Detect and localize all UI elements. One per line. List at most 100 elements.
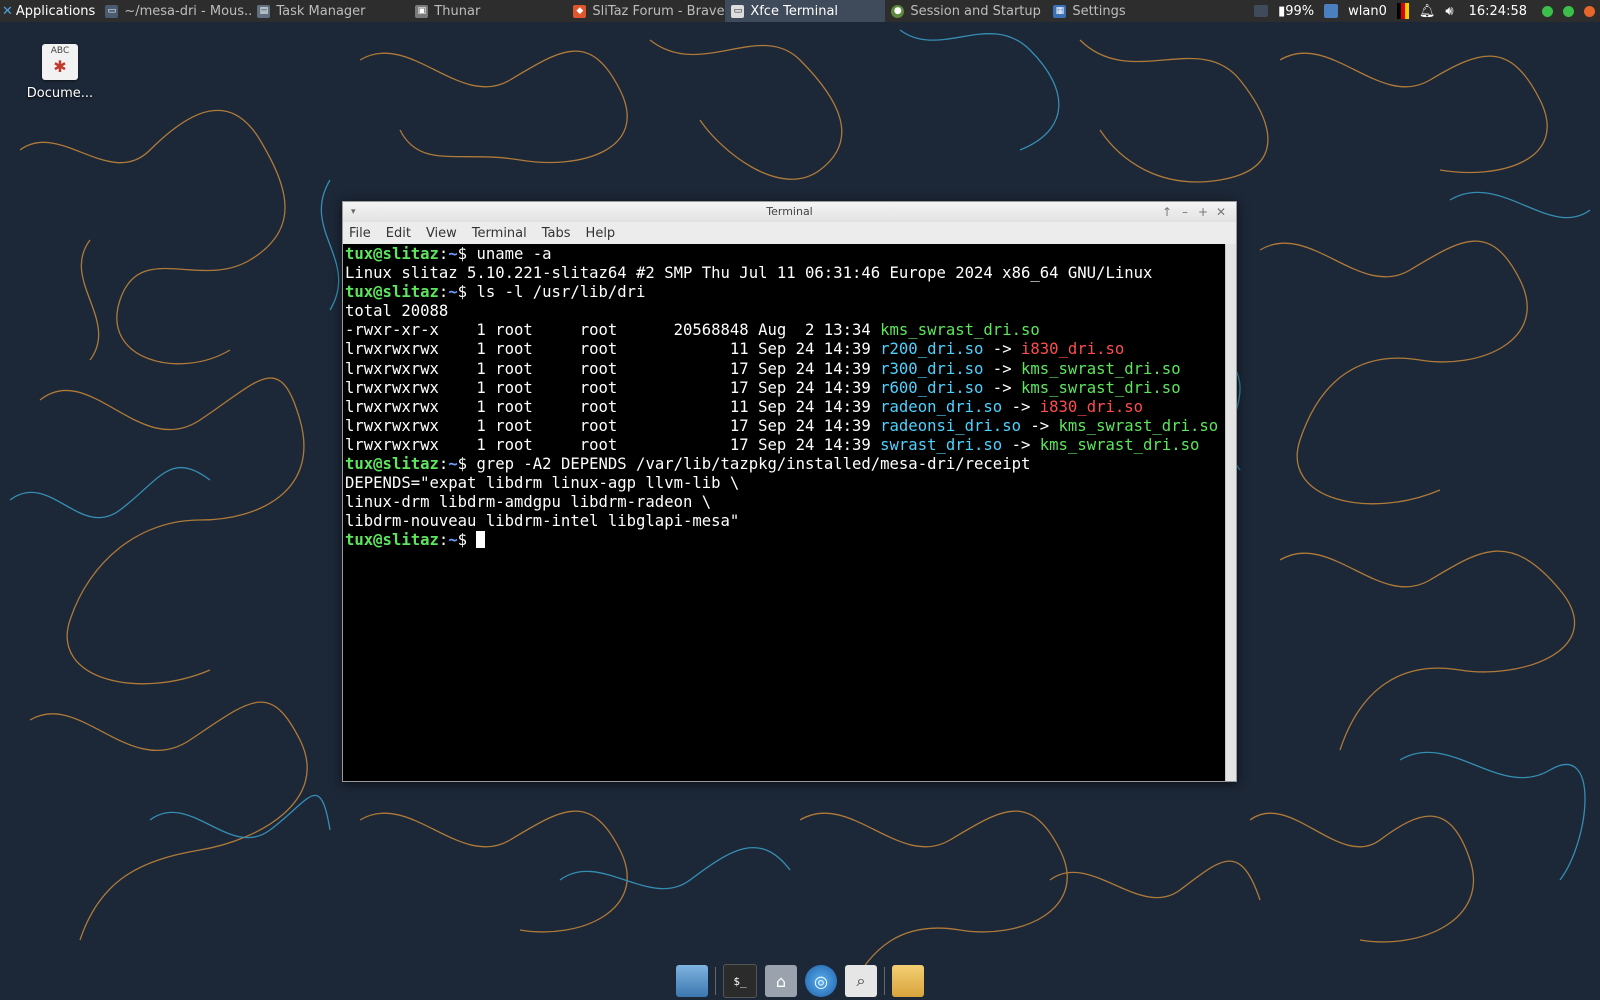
ls-metadata: lrwxrwxrwx 1 root root 17 Sep 24 14:39 — [345, 435, 881, 454]
prompt-colon: : — [438, 283, 449, 302]
file-name: r600_dri.so — [880, 378, 984, 397]
task-label: ~/mesa-dri - Mous... — [124, 3, 252, 19]
clock[interactable]: 16:24:58 — [1469, 4, 1527, 19]
terminal-line: lrwxrwxrwx 1 root root 11 Sep 24 14:39 r… — [345, 340, 1225, 359]
terminal-window: ▾ Terminal ↑ – + ✕ File Edit View Termin… — [342, 201, 1237, 782]
menu-terminal[interactable]: Terminal — [472, 226, 527, 241]
document-icon: ABC ✱ — [42, 44, 78, 80]
volume-icon[interactable]: 🔊︎ — [1445, 4, 1453, 19]
output-text: Linux slitaz 5.10.221-slitaz64 #2 SMP Th… — [345, 264, 1153, 283]
window-menu-icon[interactable]: ▾ — [351, 202, 356, 222]
session-icon: ● — [891, 4, 905, 18]
symlink-arrow: -> — [1002, 397, 1040, 416]
notification-bell-icon[interactable]: 🔔︎ — [1419, 4, 1436, 19]
output-text: libdrm-nouveau libdrm-intel libglapi-mes… — [345, 512, 740, 531]
battery-level: 99% — [1285, 3, 1315, 19]
menu-edit[interactable]: Edit — [386, 226, 411, 241]
updates-icon[interactable] — [1542, 5, 1553, 17]
logout-icon[interactable] — [1584, 5, 1595, 17]
prompt-colon: : — [438, 245, 449, 263]
prompt-user-host: tux@slitaz — [345, 531, 439, 550]
terminal-icon[interactable]: $_ — [723, 964, 757, 998]
task-label: Xfce Terminal — [750, 3, 839, 19]
terminal-line: tux@slitaz:~$ grep -A2 DEPENDS /var/lib/… — [345, 455, 1225, 474]
file-manager-icon[interactable] — [892, 965, 924, 997]
prompt-dir: ~ — [448, 245, 458, 263]
terminal-output[interactable]: tux@slitaz:~$ uname -a Linux slitaz 5.10.… — [343, 244, 1225, 781]
output-text: total 20088 — [345, 302, 449, 321]
prompt-user-host: tux@slitaz — [345, 245, 439, 263]
close-icon[interactable]: ✕ — [1212, 202, 1230, 222]
window-titlebar[interactable]: ▾ Terminal ↑ – + ✕ — [343, 202, 1236, 222]
terminal-scrollbar[interactable] — [1225, 244, 1236, 781]
task-brave[interactable]: ◆ SliTaz Forum - Brave — [567, 0, 725, 22]
symlink-arrow: -> — [983, 340, 1021, 359]
prompt-user-host: tux@slitaz — [345, 283, 439, 302]
ls-metadata: lrwxrwxrwx 1 root root 11 Sep 24 14:39 — [345, 340, 881, 359]
bottom-dock: $_ ⌂ ◎ ⌕ — [672, 962, 928, 1000]
symlink-arrow: -> — [1020, 416, 1059, 435]
workspace-switcher-icon[interactable] — [1254, 5, 1269, 17]
menu-help[interactable]: Help — [586, 226, 616, 241]
symlink-target: i830_dri.so — [1039, 397, 1144, 416]
keyboard-layout-flag-icon[interactable] — [1396, 3, 1409, 19]
file-name: radeon_dri.so — [880, 397, 1003, 416]
symlink-target: kms_swrast_dri.so — [1039, 435, 1200, 454]
terminal-line: lrwxrwxrwx 1 root root 17 Sep 24 14:39 r… — [345, 417, 1225, 436]
task-mesa-dri-terminal[interactable]: ▭ ~/mesa-dri - Mous... — [99, 0, 251, 22]
terminal-line: lrwxrwxrwx 1 root root 17 Sep 24 14:39 s… — [345, 436, 1225, 455]
display-icon[interactable] — [1324, 4, 1339, 18]
task-xfce-terminal[interactable]: ▭ Xfce Terminal — [725, 0, 886, 22]
prompt-dir: ~ — [448, 455, 458, 474]
task-label: Settings — [1072, 3, 1126, 19]
symlink-arrow: -> — [983, 359, 1021, 378]
ls-metadata: -rwxr-xr-x 1 root root 20568848 Aug 2 13… — [345, 321, 881, 340]
terminal-line: tux@slitaz:~$ uname -a — [345, 245, 1225, 264]
prompt-symbol: $ — [457, 455, 477, 474]
symlink-arrow: -> — [1002, 435, 1040, 454]
file-name: r200_dri.so — [880, 340, 984, 359]
applications-menu-button[interactable]: ✕ Applications — [0, 0, 99, 22]
minimize-icon[interactable]: – — [1176, 202, 1194, 222]
task-manager-icon: ▤ — [257, 4, 271, 18]
network-label[interactable]: wlan0 — [1348, 4, 1387, 19]
menu-tabs[interactable]: Tabs — [542, 226, 571, 241]
symlink-target: kms_swrast_dri.so — [1058, 416, 1219, 435]
show-desktop-icon[interactable] — [676, 965, 708, 997]
window-title: Terminal — [766, 205, 813, 218]
home-folder-icon[interactable]: ⌂ — [765, 965, 797, 997]
task-session-startup[interactable]: ● Session and Startup — [885, 0, 1047, 22]
ls-metadata: lrwxrwxrwx 1 root root 17 Sep 24 14:39 — [345, 416, 881, 435]
maximize-icon[interactable]: + — [1194, 202, 1212, 222]
output-text: DEPENDS="expat libdrm linux-agp llvm-lib… — [345, 474, 740, 493]
prompt-symbol: $ — [457, 245, 477, 263]
ls-metadata: lrwxrwxrwx 1 root root 17 Sep 24 14:39 — [345, 359, 881, 378]
task-task-manager[interactable]: ▤ Task Manager — [251, 0, 409, 22]
system-tray: ▮99% wlan0 🔔︎ 🔊︎ 16:24:58 — [1249, 0, 1600, 22]
terminal-line: libdrm-nouveau libdrm-intel libglapi-mes… — [345, 512, 1225, 531]
menu-file[interactable]: File — [349, 226, 371, 241]
task-label: Thunar — [434, 3, 481, 19]
search-icon[interactable]: ⌕ — [845, 965, 877, 997]
task-thunar[interactable]: ▣ Thunar — [409, 0, 567, 22]
terminal-line: total 20088 — [345, 302, 1225, 321]
task-settings[interactable]: ▦ Settings — [1047, 0, 1197, 22]
task-label: SliTaz Forum - Brave — [592, 3, 725, 19]
prompt-symbol: $ — [457, 283, 477, 302]
task-label: Task Manager — [276, 3, 366, 19]
sync-icon[interactable] — [1563, 5, 1574, 17]
text-cursor — [476, 531, 486, 549]
battery-indicator[interactable]: ▮99% — [1278, 4, 1314, 19]
xfce-logo-icon: ✕ — [2, 3, 13, 19]
web-browser-icon[interactable]: ◎ — [805, 965, 837, 997]
prompt-symbol: $ — [457, 531, 477, 550]
prompt-colon: : — [438, 455, 449, 474]
terminal-line: tux@slitaz:~$ — [345, 531, 1225, 550]
menu-view[interactable]: View — [426, 226, 457, 241]
file-name: r300_dri.so — [880, 359, 984, 378]
keep-above-icon[interactable]: ↑ — [1158, 202, 1176, 222]
terminal-line: linux-drm libdrm-amdgpu libdrm-radeon \ — [345, 493, 1225, 512]
desktop-icon-documents[interactable]: ABC ✱ Docume... — [18, 44, 102, 101]
file-name: swrast_dri.so — [880, 435, 1003, 454]
command-text: uname -a — [476, 245, 552, 263]
